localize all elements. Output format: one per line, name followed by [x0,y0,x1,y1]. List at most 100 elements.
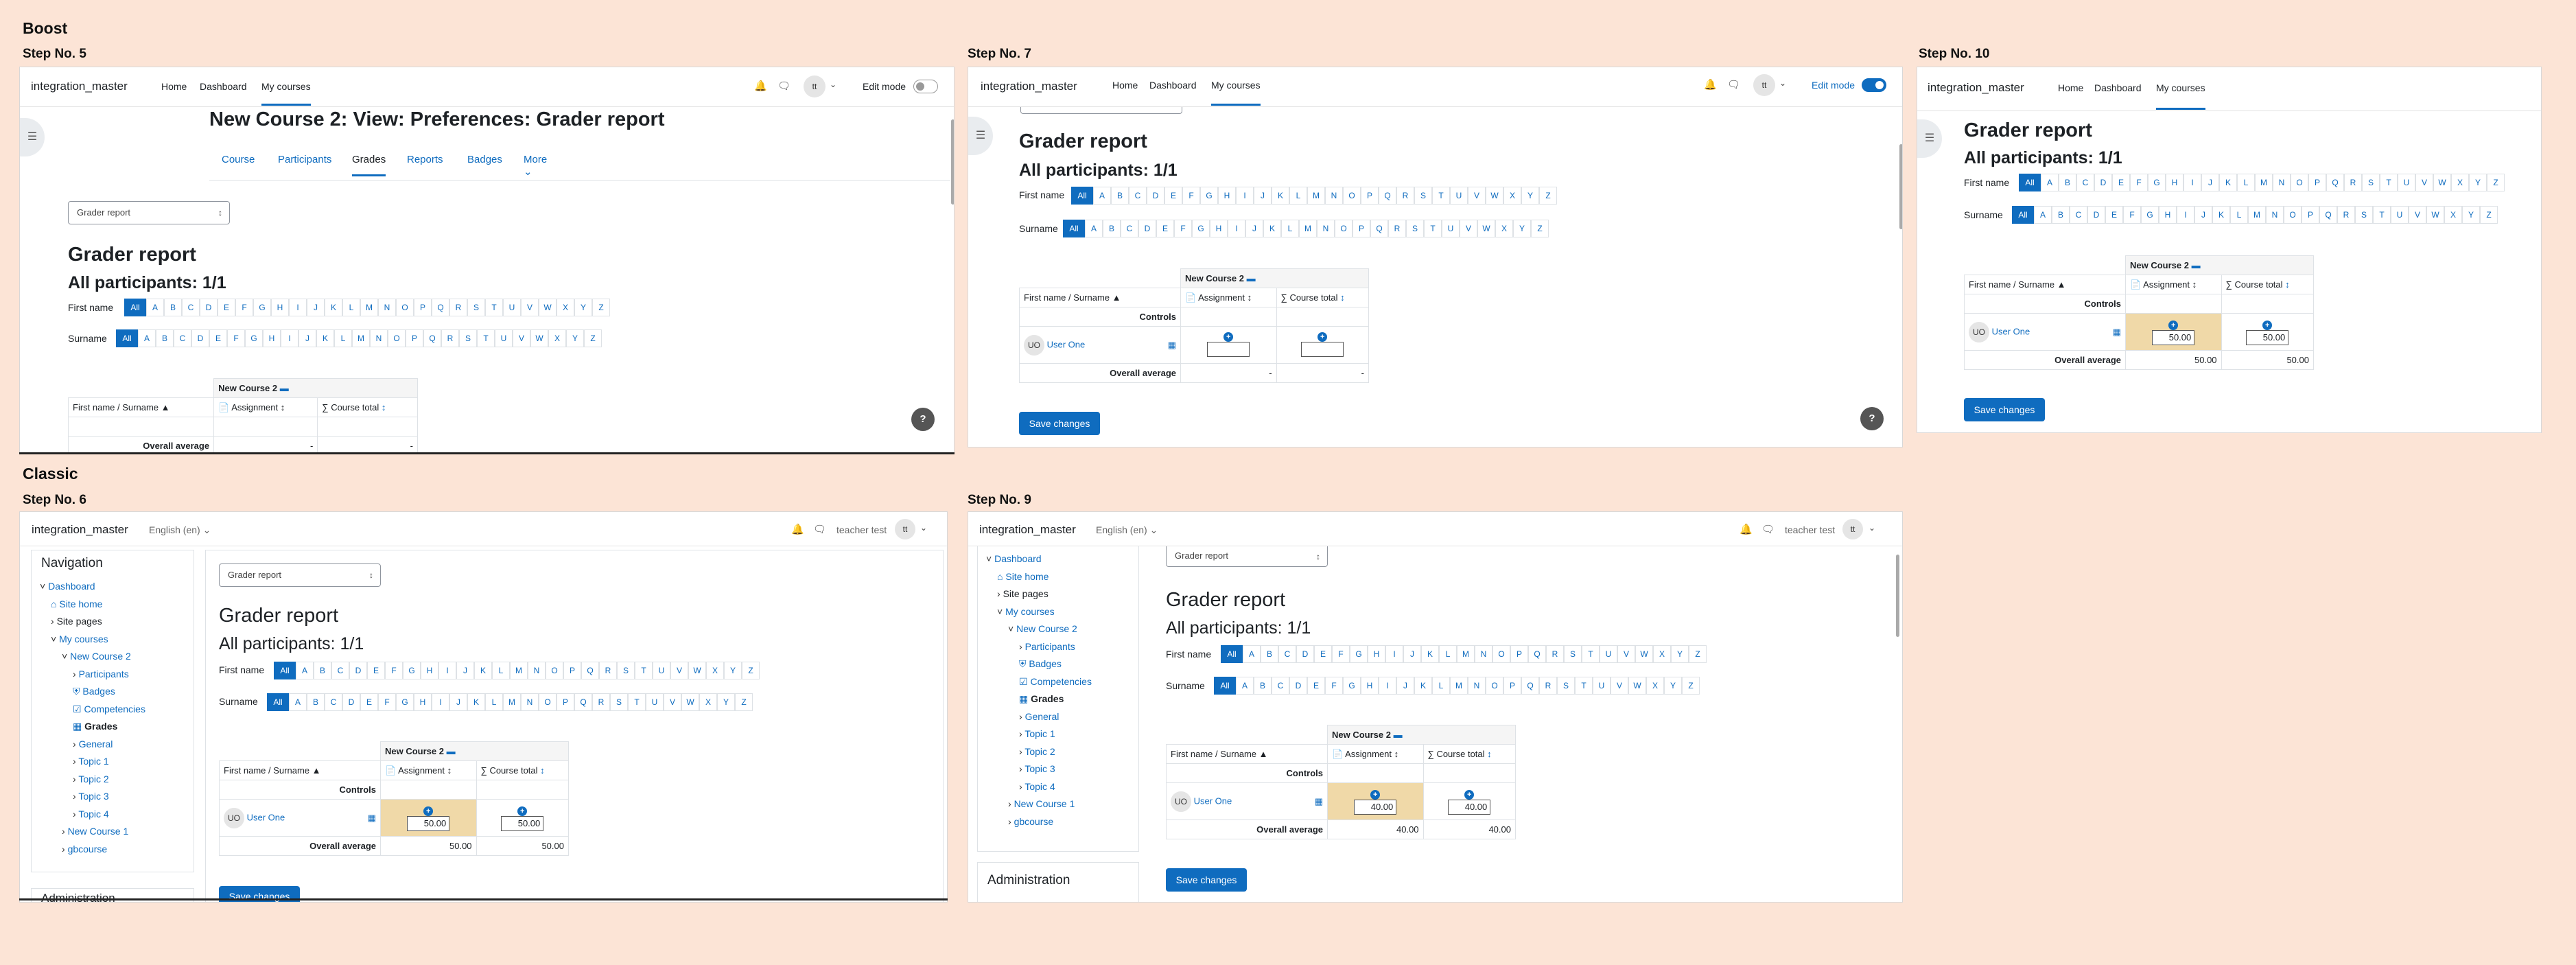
initial-letter-s[interactable]: S [610,693,628,711]
initial-letter-c[interactable]: C [1272,677,1289,695]
nav-tree-label[interactable]: Participants [79,668,129,679]
initial-letter-g[interactable]: G [253,299,271,316]
initial-letter-l[interactable]: L [492,662,510,679]
initial-letter-n[interactable]: N [378,299,396,316]
drawer-toggle-icon[interactable]: ☰ [968,117,993,155]
report-select[interactable]: Grader report [68,201,230,224]
initial-letter-z[interactable]: Z [2487,174,2505,191]
report-select[interactable]: Grader report [219,563,381,587]
initial-letter-r[interactable]: R [2344,174,2362,191]
initial-letter-d[interactable]: D [1289,677,1307,695]
initial-letter-y[interactable]: Y [2469,174,2487,191]
bell-icon[interactable]: 🔔 [791,523,804,535]
initial-letter-y[interactable]: Y [1521,187,1539,205]
nav-tree-item[interactable]: › Site pages [40,613,145,631]
initial-letter-a[interactable]: A [289,693,307,711]
initial-letter-x[interactable]: X [1646,677,1664,695]
initial-letter-m[interactable]: M [352,329,370,347]
initial-letter-h[interactable]: H [414,693,432,711]
first-name-col[interactable]: First name [1171,749,1213,759]
course-total-col[interactable]: Course total [331,402,379,412]
nav-dashboard[interactable]: Dashboard [1149,80,1197,91]
initial-letter-w[interactable]: W [2433,174,2451,191]
initial-letter-b[interactable]: B [1103,220,1121,237]
initial-letter-u[interactable]: U [503,299,521,316]
site-name[interactable]: integration_master [31,80,128,93]
help-button[interactable]: ? [911,408,935,431]
course-total-header[interactable]: ∑ Course total ↕ [2221,275,2315,294]
initial-letter-v[interactable]: V [513,329,530,347]
initial-letter-s[interactable]: S [1557,677,1575,695]
initial-letter-g[interactable]: G [2141,206,2159,224]
nav-tree-label[interactable]: gbcourse [1014,816,1054,827]
chevron-down-icon[interactable]: ⌄ [830,80,836,89]
initial-letter-k[interactable]: K [467,693,485,711]
nav-my-courses[interactable]: My courses [2156,82,2205,110]
tab-badges[interactable]: Badges [467,154,502,165]
initial-letter-i[interactable]: I [2183,174,2201,191]
initial-letter-i[interactable]: I [438,662,456,679]
language-menu[interactable]: English (en) ⌄ [149,524,211,536]
nav-tree-label[interactable]: Topic 2 [78,774,108,784]
site-name[interactable]: integration_master [1928,81,2024,95]
surname-col[interactable]: Surname [1220,749,1256,759]
initial-letter-m[interactable]: M [360,299,378,316]
initial-letter-y[interactable]: Y [566,329,584,347]
total-grade-input[interactable]: 50.00 [2246,329,2289,345]
initial-letter-a[interactable]: A [1085,220,1103,237]
tab-reports[interactable]: Reports [407,154,443,165]
initial-letter-m[interactable]: M [1457,645,1475,663]
nav-tree-item[interactable]: › Topic 4 [986,778,1092,796]
initial-letter-h[interactable]: H [2166,174,2183,191]
initial-letter-g[interactable]: G [396,693,414,711]
initial-letter-c[interactable]: C [182,299,200,316]
chat-icon[interactable]: 🗨 [777,80,791,92]
initial-letter-z[interactable]: Z [1539,187,1557,205]
initial-letter-e[interactable]: E [1164,187,1182,205]
chevron-down-icon[interactable]: ⌄ [1869,523,1875,533]
initial-letter-q[interactable]: Q [1379,187,1396,205]
initial-letter-r[interactable]: R [1396,187,1414,205]
initial-letter-n[interactable]: N [1468,677,1486,695]
assignment-header[interactable]: 📄 Assignment ↕ [213,397,318,417]
avatar[interactable]: tt [804,75,826,97]
initial-letter-k[interactable]: K [316,329,334,347]
assignment-grade-input[interactable]: 40.00 [1354,799,1397,815]
initial-letter-w[interactable]: W [1477,220,1495,237]
initial-letter-g[interactable]: G [2148,174,2166,191]
initial-letter-z[interactable]: Z [1682,677,1700,695]
first-name-col[interactable]: First name [73,402,115,412]
course-total-col[interactable]: Course total [489,765,537,776]
avatar[interactable]: tt [1842,519,1863,539]
initial-letter-j[interactable]: J [456,662,474,679]
nav-tree-item[interactable]: ˅ My courses [986,603,1092,621]
nav-tree-label[interactable]: Site home [59,598,102,609]
nav-tree-label[interactable]: Site pages [1003,588,1049,599]
initial-letter-e[interactable]: E [218,299,235,316]
nav-dashboard[interactable]: Dashboard [2094,82,2142,93]
initial-letter-y[interactable]: Y [574,299,592,316]
grade-analysis-icon[interactable]: ▦ [1168,335,1176,356]
initial-letter-t[interactable]: T [1432,187,1450,205]
nav-tree-label[interactable]: Badges [1029,658,1061,669]
grade-analysis-icon[interactable]: ▦ [2113,322,2121,342]
nav-tree-label[interactable]: gbcourse [68,844,108,854]
initial-letter-n[interactable]: N [521,693,539,711]
plus-icon[interactable]: + [2168,320,2179,330]
initial-letter-y[interactable]: Y [724,662,742,679]
drawer-toggle-icon[interactable]: ☰ [20,118,45,156]
initial-letter-h[interactable]: H [2159,206,2177,224]
initial-letter-q[interactable]: Q [574,693,592,711]
initial-letter-q[interactable]: Q [1521,677,1539,695]
initial-letter-w[interactable]: W [681,693,699,711]
initial-letter-m[interactable]: M [503,693,521,711]
initial-all-button[interactable]: All [124,299,146,316]
initial-letter-w[interactable]: W [1628,677,1646,695]
initial-letter-i[interactable]: I [1379,677,1396,695]
initial-letter-s[interactable]: S [2362,174,2380,191]
initial-letter-i[interactable]: I [1228,220,1245,237]
course-total-header[interactable]: ∑ Course total ↕ [1276,288,1370,307]
initial-letter-x[interactable]: X [557,299,574,316]
nav-home[interactable]: Home [1112,80,1138,91]
initial-letter-k[interactable]: K [474,662,492,679]
